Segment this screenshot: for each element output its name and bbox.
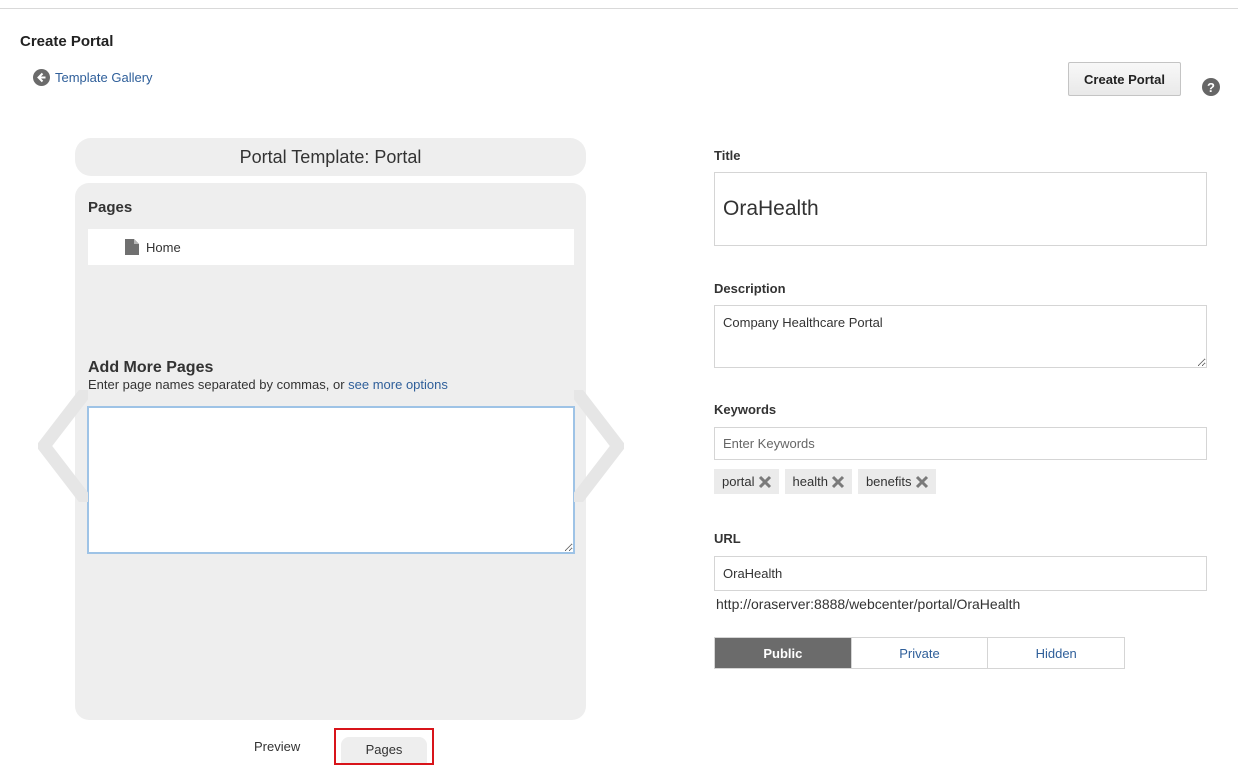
template-title: Portal Template: Portal bbox=[75, 138, 586, 176]
page-title: Create Portal bbox=[20, 33, 114, 50]
keyword-chip-label: health bbox=[792, 474, 828, 489]
visibility-public-button[interactable]: Public bbox=[715, 638, 852, 668]
page-list-item-label: Home bbox=[146, 239, 181, 255]
previous-arrow-icon[interactable] bbox=[38, 390, 88, 502]
description-textarea[interactable]: Company Healthcare Portal bbox=[714, 305, 1207, 368]
back-arrow-icon bbox=[33, 69, 50, 86]
top-divider bbox=[0, 8, 1238, 9]
add-pages-help-text: Enter page names separated by commas, or bbox=[88, 377, 349, 392]
remove-keyword-icon[interactable] bbox=[830, 474, 846, 490]
keyword-chip-label: portal bbox=[722, 474, 755, 489]
remove-keyword-icon[interactable] bbox=[914, 474, 930, 490]
pages-pane: Pages Home Add More Pages Enter page nam… bbox=[75, 183, 586, 720]
visibility-private-button[interactable]: Private bbox=[852, 638, 989, 668]
template-gallery-label: Template Gallery bbox=[55, 70, 153, 85]
keyword-chip: benefits bbox=[857, 469, 936, 494]
add-more-pages-heading: Add More Pages bbox=[88, 359, 214, 376]
tab-pages-label: Pages bbox=[341, 736, 427, 763]
keyword-chip: health bbox=[784, 469, 852, 494]
keyword-chip: portal bbox=[714, 469, 779, 494]
keyword-chips: portal health benefits bbox=[714, 469, 936, 494]
add-pages-help: Enter page names separated by commas, or… bbox=[88, 377, 448, 392]
create-portal-button[interactable]: Create Portal bbox=[1068, 62, 1181, 96]
keywords-label: Keywords bbox=[714, 402, 777, 417]
keywords-input[interactable] bbox=[714, 427, 1207, 460]
url-preview: http://oraserver:8888/webcenter/portal/O… bbox=[716, 596, 1021, 612]
template-gallery-link[interactable]: Template Gallery bbox=[33, 69, 153, 86]
tab-preview[interactable]: Preview bbox=[254, 739, 300, 754]
visibility-selector: Public Private Hidden bbox=[714, 637, 1125, 669]
help-icon[interactable]: ? bbox=[1202, 78, 1220, 96]
url-label: URL bbox=[714, 531, 741, 546]
keyword-chip-label: benefits bbox=[865, 474, 912, 489]
title-label: Title bbox=[714, 148, 741, 163]
page-names-textarea[interactable] bbox=[87, 406, 575, 554]
description-label: Description bbox=[714, 281, 786, 296]
page-list-item[interactable]: Home bbox=[88, 229, 574, 265]
title-input[interactable] bbox=[714, 172, 1207, 246]
pages-heading: Pages bbox=[88, 199, 133, 216]
see-more-options-link[interactable]: see more options bbox=[348, 377, 448, 392]
next-arrow-icon[interactable] bbox=[574, 390, 624, 502]
visibility-hidden-button[interactable]: Hidden bbox=[988, 638, 1124, 668]
tab-pages[interactable]: Pages bbox=[334, 728, 434, 765]
remove-keyword-icon[interactable] bbox=[757, 474, 773, 490]
page-icon bbox=[125, 239, 139, 255]
url-input[interactable] bbox=[714, 556, 1207, 591]
